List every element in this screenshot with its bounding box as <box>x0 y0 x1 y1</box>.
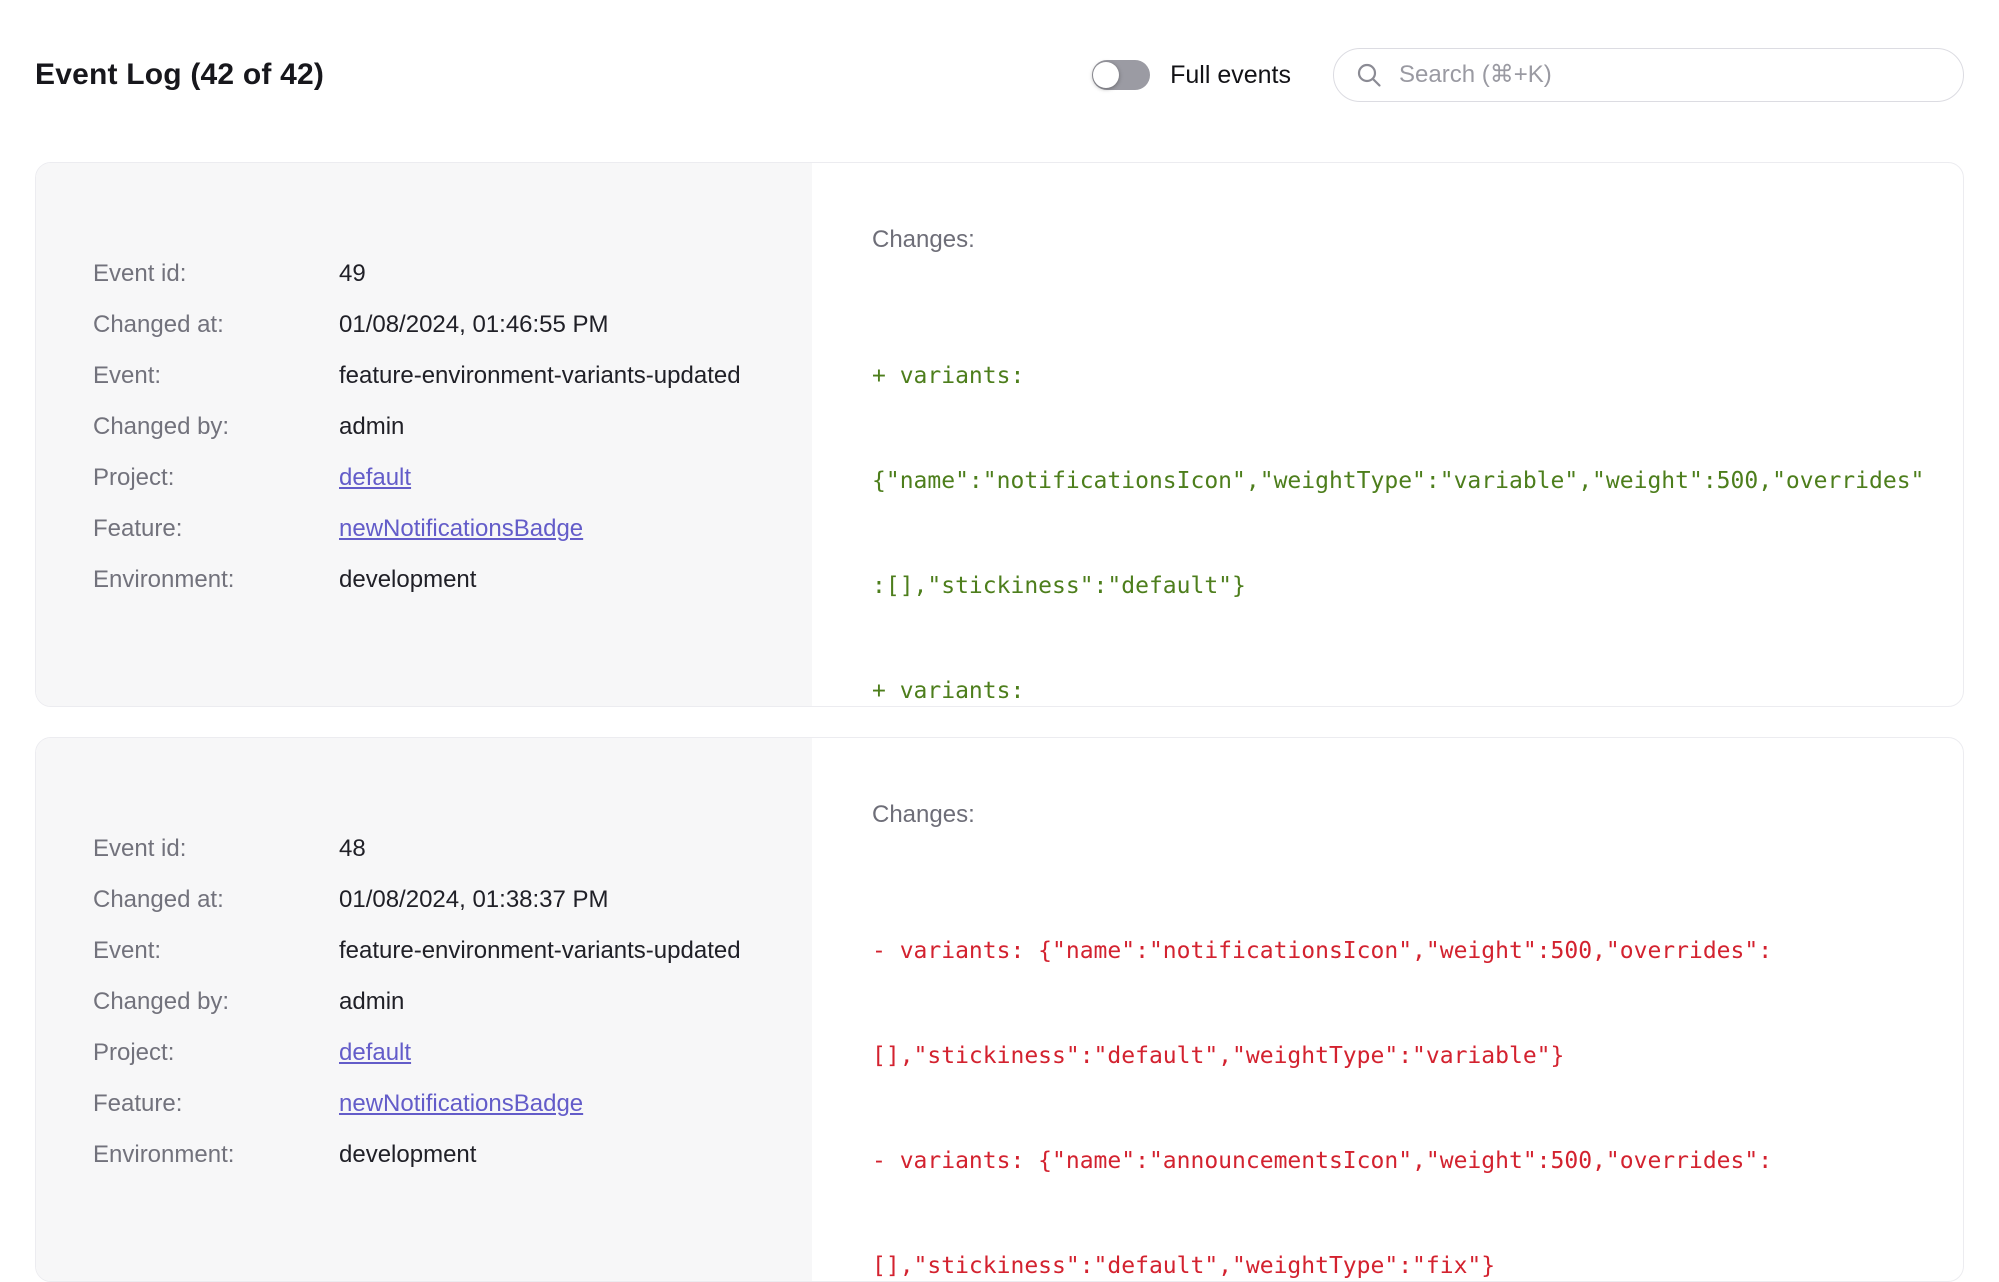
diff-line: [],"stickiness":"default","weightType":"… <box>872 1043 1565 1069</box>
changed-by-value: admin <box>339 413 405 440</box>
meta-row-changed-at: Changed at: 01/08/2024, 01:46:55 PM <box>93 306 752 344</box>
meta-label: Changed by: <box>93 413 230 440</box>
event-type-value: feature-environment-variants-updated <box>339 362 741 389</box>
diff-deletion-block: - variants: {"name":"notificationsIcon",… <box>872 864 1935 1281</box>
event-id-value: 48 <box>339 835 366 862</box>
changed-at-value: 01/08/2024, 01:46:55 PM <box>339 311 609 338</box>
meta-label: Environment: <box>93 1141 235 1168</box>
environment-value: development <box>339 1141 477 1168</box>
search-input[interactable] <box>1397 60 1941 90</box>
meta-row-environment: Environment: development <box>93 561 752 599</box>
meta-label: Changed at: <box>93 886 224 913</box>
meta-row-feature: Feature: newNotificationsBadge <box>93 510 752 548</box>
changed-by-value: admin <box>339 988 405 1015</box>
environment-value: development <box>339 566 477 593</box>
event-cards: Event id: 49 Changed at: 01/08/2024, 01:… <box>35 162 1964 1282</box>
event-changes-panel: Changes: + variants: {"name":"notificati… <box>812 163 1963 706</box>
meta-label: Event: <box>93 362 162 389</box>
full-events-toggle-group: Full events <box>1092 60 1291 90</box>
meta-row-event: Event: feature-environment-variants-upda… <box>93 932 752 970</box>
meta-row-project: Project: default <box>93 1034 752 1072</box>
meta-label: Feature: <box>93 1090 183 1117</box>
feature-link[interactable]: newNotificationsBadge <box>339 1090 583 1117</box>
full-events-toggle[interactable] <box>1092 60 1151 90</box>
event-changes-panel: Changes: - variants: {"name":"notificati… <box>812 738 1963 1281</box>
diff-line: + variants: <box>872 678 1025 704</box>
event-card-49: Event id: 49 Changed at: 01/08/2024, 01:… <box>35 162 1964 707</box>
changes-title: Changes: <box>872 226 975 253</box>
changed-at-value: 01/08/2024, 01:38:37 PM <box>339 886 609 913</box>
toggle-thumb <box>1093 62 1120 88</box>
meta-row-event-id: Event id: 48 <box>93 830 752 868</box>
diff-line: - variants: {"name":"announcementsIcon",… <box>872 1148 1773 1174</box>
diff-line: - variants: {"name":"notificationsIcon",… <box>872 938 1773 964</box>
feature-link[interactable]: newNotificationsBadge <box>339 515 583 542</box>
meta-row-feature: Feature: newNotificationsBadge <box>93 1085 752 1123</box>
event-card-48: Event id: 48 Changed at: 01/08/2024, 01:… <box>35 737 1964 1282</box>
diff-addition-block: + variants: {"name":"notificationsIcon",… <box>872 289 1935 706</box>
event-meta-panel: Event id: 49 Changed at: 01/08/2024, 01:… <box>36 163 812 706</box>
full-events-label: Full events <box>1170 60 1291 89</box>
meta-label: Changed at: <box>93 311 224 338</box>
meta-label: Project: <box>93 464 175 491</box>
meta-label: Feature: <box>93 515 183 542</box>
meta-row-changed-at: Changed at: 01/08/2024, 01:38:37 PM <box>93 881 752 919</box>
search-icon <box>1357 63 1381 87</box>
changes-title: Changes: <box>872 801 975 828</box>
diff-line: :[],"stickiness":"default"} <box>872 573 1246 599</box>
event-meta-panel: Event id: 48 Changed at: 01/08/2024, 01:… <box>36 738 812 1281</box>
meta-row-changed-by: Changed by: admin <box>93 408 752 446</box>
meta-label: Changed by: <box>93 988 230 1015</box>
meta-row-changed-by: Changed by: admin <box>93 983 752 1021</box>
page-header: Event Log (42 of 42) Full events <box>35 45 1964 105</box>
meta-row-project: Project: default <box>93 459 752 497</box>
event-log-page: Event Log (42 of 42) Full events Event i… <box>0 0 1999 1282</box>
project-link[interactable]: default <box>339 464 411 491</box>
event-type-value: feature-environment-variants-updated <box>339 937 741 964</box>
project-link[interactable]: default <box>339 1039 411 1066</box>
meta-row-event: Event: feature-environment-variants-upda… <box>93 357 752 395</box>
search-box[interactable] <box>1333 48 1964 102</box>
meta-label: Event id: <box>93 835 187 862</box>
diff-line: [],"stickiness":"default","weightType":"… <box>872 1253 1496 1279</box>
event-id-value: 49 <box>339 260 366 287</box>
diff-line: {"name":"notificationsIcon","weightType"… <box>872 468 1925 494</box>
meta-label: Event id: <box>93 260 187 287</box>
meta-row-environment: Environment: development <box>93 1136 752 1174</box>
meta-label: Event: <box>93 937 162 964</box>
meta-row-event-id: Event id: 49 <box>93 255 752 293</box>
meta-label: Project: <box>93 1039 175 1066</box>
diff-line: + variants: <box>872 363 1025 389</box>
page-title: Event Log (42 of 42) <box>35 58 325 91</box>
meta-label: Environment: <box>93 566 235 593</box>
